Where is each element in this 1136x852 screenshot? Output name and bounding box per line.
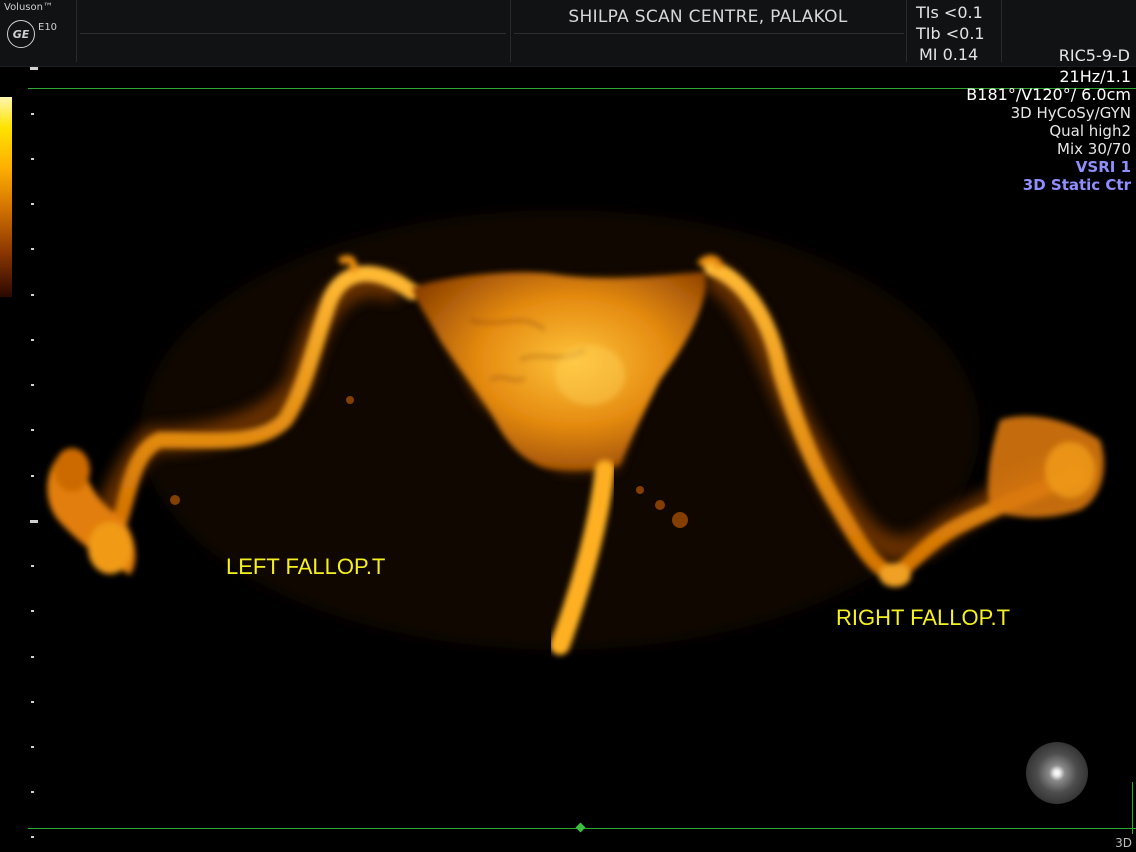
depth-tick (31, 836, 34, 838)
mode-indicator: 3D (1115, 836, 1132, 850)
depth-tick-major (30, 67, 38, 70)
depth-tick-major (30, 520, 38, 523)
annotation-right-fallopian-tube[interactable]: RIGHT FALLOP.T (836, 605, 1010, 631)
annotation-left-fallopian-tube[interactable]: LEFT FALLOP.T (226, 554, 385, 580)
depth-tick (31, 475, 34, 477)
param-mode: 3D Static Ctr (1022, 176, 1131, 194)
param-vsri: VSRI 1 (1075, 158, 1131, 176)
depth-tick (31, 791, 34, 793)
param-frame-rate: 21Hz/1.1 (1059, 67, 1131, 86)
depth-tick (31, 113, 34, 115)
depth-tick (31, 203, 34, 205)
ultrasound-screen: Voluson™ GE E10 SHILPA SCAN CENTRE, PALA… (0, 0, 1136, 852)
depth-tick (31, 701, 34, 703)
depth-tick (31, 610, 34, 612)
depth-tick (31, 746, 34, 748)
depth-tick (31, 565, 34, 567)
param-volume-angle: B181°/V120°/ 6.0cm (966, 85, 1131, 104)
color-map-bar (0, 97, 12, 297)
depth-tick (31, 339, 34, 341)
depth-tick (31, 429, 34, 431)
param-preset: 3D HyCoSy/GYN (1010, 104, 1131, 122)
depth-tick (31, 158, 34, 160)
param-mix: Mix 30/70 (1057, 140, 1131, 158)
depth-tick (31, 294, 34, 296)
depth-tick (31, 248, 34, 250)
imaging-parameters: 21Hz/1.1 B181°/V120°/ 6.0cm 3D HyCoSy/GY… (966, 67, 1131, 195)
depth-tick (31, 656, 34, 658)
orientation-sphere-icon[interactable] (1026, 742, 1088, 804)
param-quality: Qual high2 (1049, 122, 1131, 140)
depth-tick (31, 384, 34, 386)
